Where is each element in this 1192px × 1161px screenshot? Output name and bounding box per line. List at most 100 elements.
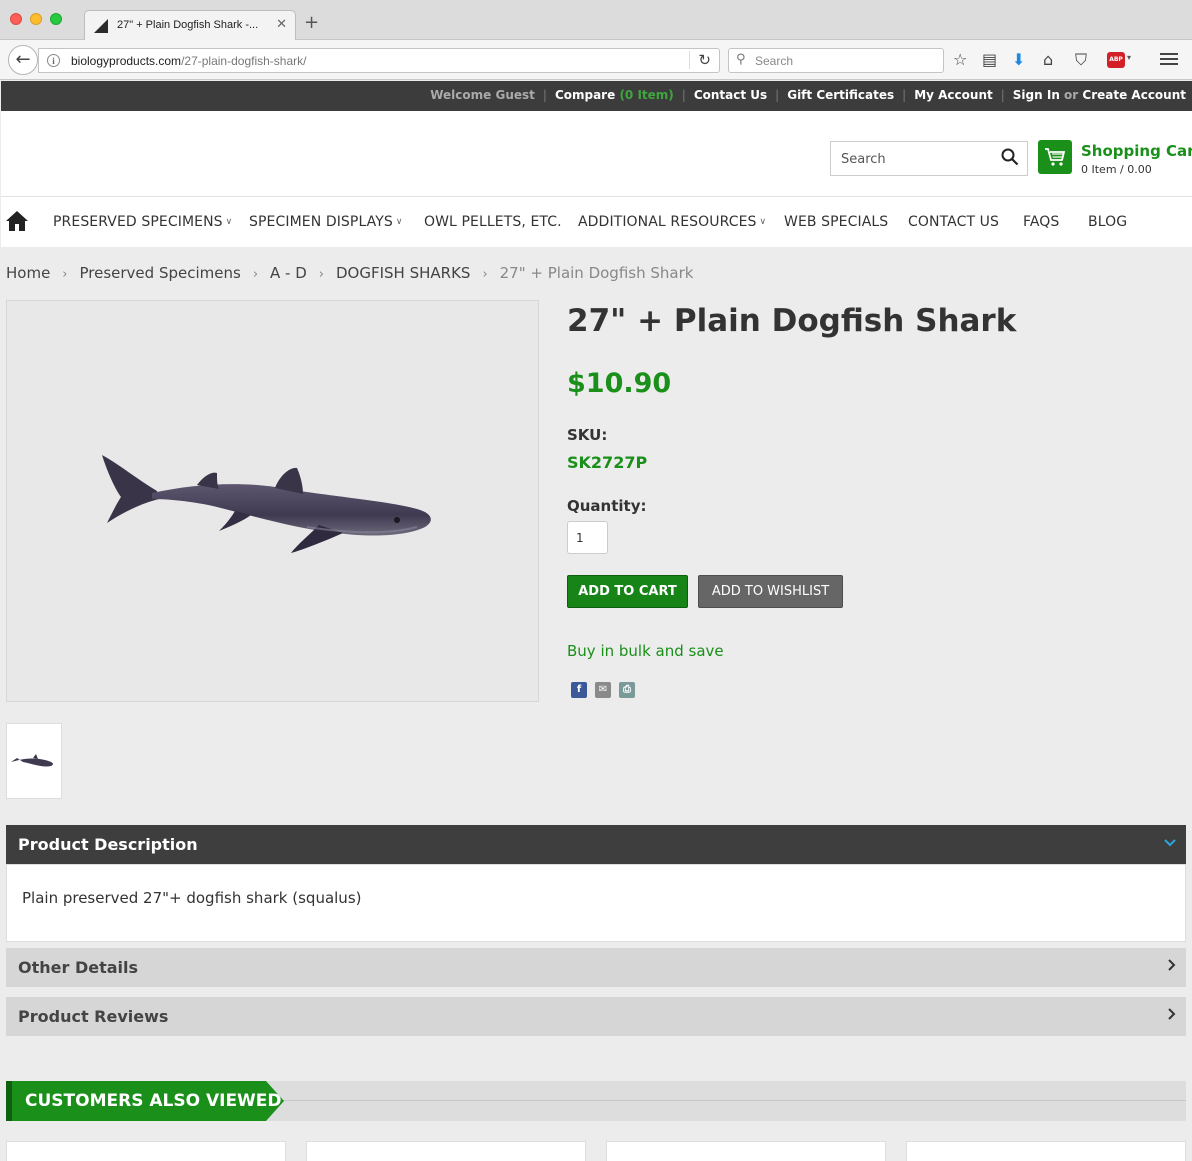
product-thumbnail[interactable]: [6, 723, 62, 799]
related-product-card[interactable]: [906, 1141, 1186, 1161]
tab-close-icon[interactable]: ✕: [276, 17, 287, 32]
nav-label: BLOG: [1088, 214, 1128, 230]
compare-link[interactable]: Compare: [555, 88, 615, 102]
nav-web-specials[interactable]: WEB SPECIALS: [784, 214, 888, 230]
nav-faqs[interactable]: FAQS: [1023, 214, 1059, 230]
related-product-card[interactable]: [6, 1141, 286, 1161]
add-to-cart-button[interactable]: ADD TO CART: [567, 575, 688, 608]
url-path: /27-plain-dogfish-shark/: [181, 54, 307, 68]
zoom-window-button[interactable]: [50, 13, 62, 25]
url-text: biologyproducts.com/27-plain-dogfish-sha…: [71, 54, 306, 68]
print-icon[interactable]: ⎙: [619, 682, 635, 698]
close-window-button[interactable]: [10, 13, 22, 25]
site-topbar: Welcome Guest | Compare (0 Item) | Contact U…: [1, 81, 1192, 111]
home-icon[interactable]: ⌂: [1043, 50, 1053, 70]
gift-certificates-link[interactable]: Gift Certificates: [787, 88, 894, 102]
site-search-placeholder: Search: [841, 152, 886, 167]
cart-summary: 0 Item / 0.00: [1081, 163, 1152, 176]
breadcrumb-a-d[interactable]: A - D: [270, 264, 307, 282]
customers-also-viewed-bar: CUSTOMERS ALSO VIEWED: [6, 1081, 1186, 1121]
chevron-down-icon: [1164, 836, 1176, 851]
chevron-down-icon[interactable]: ▾: [1127, 53, 1131, 62]
url-bar[interactable]: i biologyproducts.com/27-plain-dogfish-s…: [38, 48, 720, 73]
quantity-label: Quantity:: [567, 497, 647, 515]
minimize-window-button[interactable]: [30, 13, 42, 25]
product-description-header[interactable]: Product Description: [6, 825, 1186, 864]
my-account-link[interactable]: My Account: [914, 88, 993, 102]
reload-icon[interactable]: ↻: [689, 51, 711, 69]
shopping-cart-icon[interactable]: [1038, 140, 1072, 174]
sku-value: SK2727P: [567, 453, 648, 472]
or-text: or: [1064, 88, 1079, 102]
pocket-icon[interactable]: ⛉: [1075, 50, 1087, 70]
search-icon[interactable]: [1001, 148, 1019, 171]
breadcrumb-dogfish-sharks[interactable]: DOGFISH SHARKS: [336, 264, 470, 282]
nav-label: FAQS: [1023, 214, 1060, 230]
site-search-input[interactable]: Search: [830, 141, 1028, 176]
browser-toolbar: ← i biologyproducts.com/27-plain-dogfish…: [0, 40, 1192, 80]
adblock-icon[interactable]: ABP: [1107, 52, 1125, 68]
nav-label: WEB SPECIALS: [784, 214, 889, 230]
hamburger-menu-icon[interactable]: [1160, 50, 1178, 68]
add-to-wishlist-button[interactable]: ADD TO WISHLIST: [698, 575, 843, 608]
bulk-save-link[interactable]: Buy in bulk and save: [567, 642, 724, 660]
new-tab-button[interactable]: +: [304, 14, 319, 32]
nav-label: ADDITIONAL RESOURCES: [578, 214, 757, 230]
nav-label: SPECIMEN DISPLAYS: [249, 214, 393, 230]
search-icon: ⚲: [736, 52, 746, 67]
nav-additional-resources[interactable]: ADDITIONAL RESOURCES ∨: [578, 214, 766, 230]
browser-search-placeholder: Search: [755, 54, 794, 68]
product-description-title: Product Description: [18, 835, 198, 854]
related-product-card[interactable]: [606, 1141, 886, 1161]
sku-label: SKU:: [567, 426, 608, 444]
customers-also-viewed-title: CUSTOMERS ALSO VIEWED: [25, 1091, 282, 1111]
other-details-header[interactable]: Other Details: [6, 948, 1186, 987]
customers-also-viewed-tag: CUSTOMERS ALSO VIEWED: [6, 1081, 284, 1121]
breadcrumb-preserved-specimens[interactable]: Preserved Specimens: [80, 264, 241, 282]
facebook-icon[interactable]: f: [571, 682, 587, 698]
shark-thumbnail-image: [11, 754, 53, 767]
main-navigation: PRESERVED SPECIMENS ∨ SPECIMEN DISPLAYS ∨ …: [1, 197, 1192, 247]
home-icon[interactable]: [5, 209, 29, 233]
nav-specimen-displays[interactable]: SPECIMEN DISPLAYS ∨: [249, 214, 403, 230]
browser-tab[interactable]: 27" + Plain Dogfish Shark -... ✕: [84, 10, 296, 41]
topbar-links: Welcome Guest | Compare (0 Item) | Contact U…: [430, 88, 1186, 102]
product-main-image[interactable]: [6, 300, 539, 702]
breadcrumb-separator: ›: [318, 267, 324, 282]
shopping-cart-link[interactable]: Shopping Cart: [1081, 142, 1192, 160]
nav-preserved-specimens[interactable]: PRESERVED SPECIMENS ∨: [53, 214, 232, 230]
nav-label: OWL PELLETS, ETC.: [424, 214, 562, 230]
product-description-text: Plain preserved 27"+ dogfish shark (squa…: [22, 889, 362, 907]
product-reviews-header[interactable]: Product Reviews: [6, 997, 1186, 1036]
nav-contact-us[interactable]: CONTACT US: [908, 214, 999, 230]
info-icon[interactable]: i: [47, 54, 60, 67]
download-icon[interactable]: ⬇: [1012, 50, 1025, 70]
nav-blog[interactable]: BLOG: [1088, 214, 1127, 230]
reader-list-icon[interactable]: ▤: [982, 50, 997, 70]
quantity-input[interactable]: 1: [567, 521, 608, 554]
related-product-card[interactable]: [306, 1141, 586, 1161]
bookmark-star-icon[interactable]: ☆: [953, 50, 967, 70]
browser-titlebar: 27" + Plain Dogfish Shark -... ✕ +: [0, 0, 1192, 41]
nav-owl-pellets[interactable]: OWL PELLETS, ETC.: [424, 214, 562, 230]
tab-title: 27" + Plain Dogfish Shark -...: [117, 19, 259, 31]
contact-us-link[interactable]: Contact Us: [694, 88, 767, 102]
shark-image: [102, 455, 431, 553]
nav-label: CONTACT US: [908, 214, 999, 230]
compare-count: (0 Item): [619, 88, 674, 102]
divider: [276, 1100, 1186, 1101]
product-description-body: Plain preserved 27"+ dogfish shark (squa…: [6, 864, 1186, 942]
product-title: 27" + Plain Dogfish Shark: [567, 303, 1017, 339]
product-reviews-title: Product Reviews: [18, 1007, 169, 1026]
back-button[interactable]: ←: [8, 45, 38, 75]
chevron-down-icon: ∨: [225, 217, 233, 227]
browser-search-input[interactable]: ⚲ Search: [728, 48, 944, 73]
sign-in-link[interactable]: Sign In: [1013, 88, 1060, 102]
create-account-link[interactable]: Create Account: [1082, 88, 1186, 102]
welcome-text: Welcome Guest: [430, 88, 535, 102]
other-details-title: Other Details: [18, 958, 139, 977]
breadcrumb-home[interactable]: Home: [6, 264, 50, 282]
chevron-right-icon: [1168, 957, 1176, 975]
email-icon[interactable]: ✉: [595, 682, 611, 698]
chevron-down-icon: ∨: [759, 217, 767, 227]
